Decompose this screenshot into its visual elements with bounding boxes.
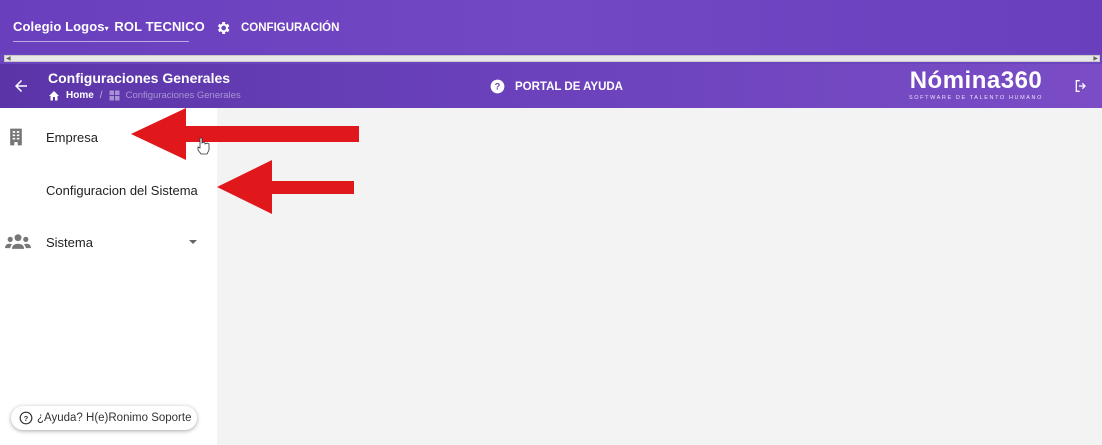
gear-icon bbox=[217, 22, 230, 34]
help-circle-icon: ? bbox=[19, 411, 33, 425]
top-app-bar: Colegio Logos▾ ROL TECNICO CONFIGURACIÓN bbox=[0, 0, 1102, 53]
sidebar-item-sistema[interactable]: Sistema bbox=[0, 222, 217, 262]
role-label: ROL TECNICO bbox=[114, 19, 205, 34]
main-content-area bbox=[217, 108, 1102, 445]
organization-name: Colegio Logos bbox=[13, 19, 105, 34]
scroll-right-icon[interactable]: ▶ bbox=[1093, 56, 1098, 63]
sidebar-item-empresa[interactable]: Empresa bbox=[0, 117, 217, 157]
back-arrow-icon[interactable] bbox=[12, 77, 30, 95]
sidebar-item-label: Configuracion del Sistema bbox=[46, 182, 198, 198]
sidebar-item-label: Sistema bbox=[46, 234, 93, 250]
logout-icon[interactable] bbox=[1073, 78, 1089, 94]
sidebar: Empresa Configuracion del Sistema Sistem… bbox=[0, 108, 217, 445]
scrollbar-track[interactable]: ◀ ▶ bbox=[4, 55, 1100, 62]
support-help-chip[interactable]: ? ¿Ayuda? H(e)Ronimo Soporte bbox=[11, 406, 197, 430]
breadcrumb: Home / Configuraciones Generales bbox=[48, 90, 241, 101]
configuration-button[interactable]: CONFIGURACIÓN bbox=[215, 19, 339, 37]
brand-tagline: SOFTWARE DE TALENTO HUMANO bbox=[909, 95, 1043, 101]
sidebar-item-configuracion-sistema[interactable]: Configuracion del Sistema bbox=[0, 170, 217, 210]
scroll-left-icon[interactable]: ◀ bbox=[6, 56, 11, 63]
page-title: Configuraciones Generales bbox=[48, 70, 231, 86]
breadcrumb-current-label: Configuraciones Generales bbox=[125, 90, 241, 101]
configuration-label: CONFIGURACIÓN bbox=[241, 22, 340, 34]
brand-logo: Nómina360 SOFTWARE DE TALENTO HUMANO bbox=[903, 67, 1049, 102]
help-circle-icon: ? bbox=[490, 79, 505, 94]
breadcrumb-separator: / bbox=[99, 90, 103, 101]
help-portal-button[interactable]: ? PORTAL DE AYUDA bbox=[490, 79, 623, 94]
sidebar-item-label: Empresa bbox=[46, 129, 99, 145]
support-help-label: ¿Ayuda? H(e)Ronimo Soporte bbox=[37, 412, 192, 424]
svg-text:?: ? bbox=[24, 414, 29, 423]
chevron-down-icon bbox=[189, 240, 197, 244]
help-portal-label: PORTAL DE AYUDA bbox=[515, 80, 623, 93]
horizontal-scrollbar[interactable]: ◀ ▶ bbox=[0, 53, 1102, 64]
breadcrumb-home-label: Home bbox=[66, 90, 94, 101]
page-header-bar: Configuraciones Generales Home / Configu… bbox=[0, 64, 1102, 108]
brand-name: Nómina360 bbox=[909, 67, 1043, 94]
building-icon bbox=[10, 128, 22, 146]
users-icon bbox=[5, 234, 31, 249]
dashboard-icon bbox=[109, 90, 120, 101]
svg-text:?: ? bbox=[495, 82, 501, 92]
organization-selector[interactable]: Colegio Logos▾ ROL TECNICO bbox=[13, 19, 205, 34]
breadcrumb-current: Configuraciones Generales bbox=[109, 90, 241, 101]
home-icon bbox=[49, 91, 59, 101]
breadcrumb-home[interactable]: Home bbox=[48, 90, 94, 101]
selector-underline bbox=[13, 41, 189, 42]
dropdown-caret-icon: ▾ bbox=[104, 24, 109, 33]
